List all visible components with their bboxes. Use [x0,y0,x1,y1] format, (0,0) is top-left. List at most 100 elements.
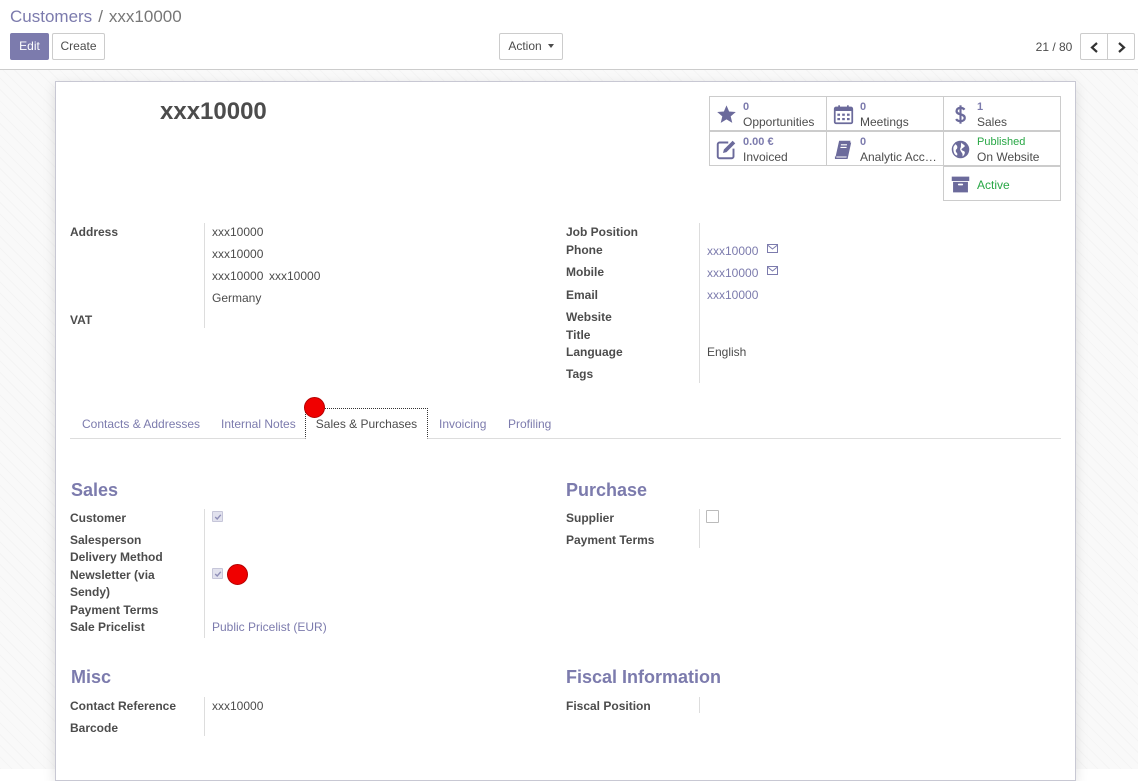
mobile-link[interactable]: xxx10000 [707,266,758,280]
vat-label: VAT [70,313,93,327]
tab-contacts-addresses[interactable]: Contacts & Addresses [82,417,200,431]
address-label: Address [70,225,119,239]
create-button[interactable]: Create [52,33,105,60]
phone-label: Phone [566,243,603,257]
sales-label: Sales [977,115,1008,129]
tab-profiling[interactable]: Profiling [508,417,551,431]
dollar-icon [955,105,966,124]
barcode-label: Barcode [70,721,119,735]
pager-next-button[interactable] [1107,33,1135,60]
contact-reference-value[interactable]: xxx10000 [212,699,263,713]
website-label: On Website [977,150,1040,164]
chevron-left-icon [1090,42,1098,53]
address-street2[interactable]: xxx10000 [212,247,263,261]
meetings-count: 0 [860,101,867,113]
chevron-right-icon [1118,42,1126,53]
misc-section-title: Misc [71,667,112,687]
globe-icon [951,140,970,159]
newsletter-checkbox[interactable] [212,568,223,579]
caret-down-icon [547,43,554,48]
supplier-label: Supplier [566,511,615,525]
breadcrumb-current: xxx10000 [108,7,182,26]
sales-smart-button[interactable]: 1 Sales [943,96,1061,131]
language-label: Language [566,345,623,359]
field-divider [699,509,700,548]
language-value[interactable]: English [707,345,746,359]
envelope-icon[interactable] [767,266,778,275]
field-divider [699,223,700,383]
contact-reference-label: Contact Reference [70,699,177,713]
website-published-smart-button[interactable]: Published On Website [943,131,1061,166]
sales-section-title: Sales [71,480,119,500]
newsletter-label-cont: Sendy) [70,585,111,599]
salesperson-label: Salesperson [70,533,142,547]
active-status: Active [977,178,1010,192]
fiscal-position-label: Fiscal Position [566,699,651,713]
breadcrumb-customers-link[interactable]: Customers [10,7,92,26]
check-icon [214,571,222,578]
address-city[interactable]: xxx10000 [269,269,320,283]
address-zip[interactable]: xxx10000 [212,269,263,283]
click-marker [227,564,248,585]
pager-previous-button[interactable] [1080,33,1108,60]
invoiced-label: Invoiced [743,150,788,164]
action-label: Action [508,39,542,53]
website-status: Published [977,136,1026,148]
title-label: Title [566,328,591,342]
sales-count: 1 [977,101,984,113]
control-panel: Customers / xxx10000 Edit Create Action 21… [0,0,1138,70]
customer-label: Customer [70,511,127,525]
meetings-label: Meetings [860,115,909,129]
purchase-section-title: Purchase [566,480,648,500]
fiscal-section-title: Fiscal Information [566,667,722,687]
field-divider [699,697,700,713]
book-icon [834,140,852,159]
edit-button[interactable]: Edit [10,33,49,60]
customer-checkbox[interactable] [212,511,223,522]
pager-value[interactable]: 21 / 80 [1030,40,1078,54]
invoiced-amount: 0.00 € [743,136,774,148]
tabs-baseline [70,438,1061,439]
action-dropdown-button[interactable]: Action [499,33,563,60]
email-link[interactable]: xxx10000 [707,288,758,302]
purchase-payment-terms-label: Payment Terms [566,533,655,547]
breadcrumb: Customers / xxx10000 [10,7,182,27]
sale-pricelist-label: Sale Pricelist [70,620,145,634]
analytic-accounts-label: Analytic Acc… [860,150,937,164]
newsletter-label: Newsletter (via [70,568,155,582]
tab-invoicing[interactable]: Invoicing [439,417,486,431]
analytic-accounts-count: 0 [860,136,867,148]
field-divider [204,223,205,328]
calendar-icon [833,105,854,125]
archive-icon [951,176,970,193]
star-icon [717,105,736,123]
email-label: Email [566,288,599,302]
envelope-icon[interactable] [767,244,778,253]
delivery-method-label: Delivery Method [70,550,163,564]
tab-internal-notes[interactable]: Internal Notes [221,417,296,431]
address-street[interactable]: xxx10000 [212,225,263,239]
sale-pricelist-link[interactable]: Public Pricelist (EUR) [212,620,327,634]
opportunities-smart-button[interactable]: 0 Opportunities [709,96,827,131]
pencil-square-icon [716,140,736,160]
invoiced-smart-button[interactable]: 0.00 € Invoiced [709,131,827,166]
job-position-label: Job Position [566,225,638,239]
click-marker [304,397,325,418]
analytic-accounts-smart-button[interactable]: 0 Analytic Acc… [826,131,944,166]
meetings-smart-button[interactable]: 0 Meetings [826,96,944,131]
phone-link[interactable]: xxx10000 [707,244,758,258]
tags-label: Tags [566,367,594,381]
record-title: xxx10000 [160,98,267,125]
active-toggle-button[interactable]: Active [943,166,1061,201]
supplier-checkbox[interactable] [706,510,719,523]
payment-terms-label: Payment Terms [70,603,159,617]
website-field-label: Website [566,310,612,324]
opportunities-count: 0 [743,101,750,113]
breadcrumb-separator: / [98,7,103,26]
field-divider [204,697,205,736]
opportunities-label: Opportunities [743,115,815,129]
address-country[interactable]: Germany [212,291,261,305]
check-icon [214,514,222,521]
mobile-label: Mobile [566,265,604,279]
field-divider [204,509,205,638]
